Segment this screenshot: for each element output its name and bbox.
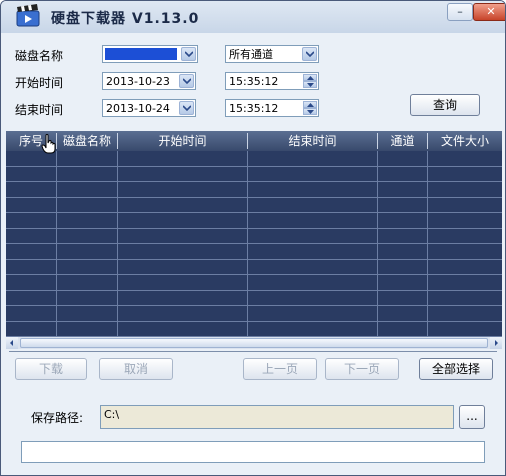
end-date-value: 2013-10-24 <box>106 102 170 115</box>
start-time-input[interactable]: 15:35:12 <box>225 72 319 90</box>
horizontal-scrollbar[interactable] <box>6 337 502 349</box>
chevron-down-icon[interactable] <box>181 47 196 61</box>
column-header-file-size[interactable]: 文件大小 <box>428 131 502 151</box>
scrollbar-thumb[interactable] <box>20 338 488 348</box>
chevron-down-icon[interactable] <box>179 74 194 88</box>
hand-cursor-icon <box>41 134 57 157</box>
disk-name-select[interactable] <box>102 45 198 63</box>
close-button[interactable]: ✕ <box>473 3 505 21</box>
column-gridline <box>117 151 118 337</box>
minimize-button[interactable]: – <box>447 3 473 21</box>
column-gridline <box>56 151 57 337</box>
start-time-label: 开始时间 <box>15 76 64 90</box>
end-time-value: 15:35:12 <box>229 102 279 115</box>
cancel-button[interactable]: 取消 <box>99 358 173 380</box>
download-button[interactable]: 下载 <box>15 358 87 380</box>
spin-up-icon[interactable] <box>303 101 317 108</box>
browse-button[interactable]: ... <box>459 405 485 429</box>
selection-highlight <box>105 48 177 60</box>
column-header-channel[interactable]: 通道 <box>378 131 427 151</box>
chevron-down-icon[interactable] <box>179 101 194 115</box>
file-table[interactable]: 序号 磁盘名称 开始时间 结束时间 通道 文件大小 <box>6 131 502 349</box>
scroll-left-icon[interactable] <box>6 337 18 349</box>
column-header-start-time[interactable]: 开始时间 <box>118 131 247 151</box>
window-title: 硬盘下载器 V1.13.0 <box>51 11 200 27</box>
table-header: 序号 磁盘名称 开始时间 结束时间 通道 文件大小 <box>6 131 502 151</box>
channel-select[interactable]: 所有通道 <box>225 45 319 63</box>
start-date-value: 2013-10-23 <box>106 75 170 88</box>
main-window: 硬盘下载器 V1.13.0 – ✕ 磁盘名称 所有通道 开始时间 2013-10… <box>0 0 506 476</box>
clapperboard-icon <box>15 4 41 28</box>
time-spinner[interactable] <box>303 101 317 115</box>
save-path-input[interactable]: C:\ <box>100 405 454 429</box>
spin-down-icon[interactable] <box>303 108 317 115</box>
scroll-right-icon[interactable] <box>490 337 502 349</box>
column-gridline <box>377 151 378 337</box>
start-time-value: 15:35:12 <box>229 75 279 88</box>
prev-page-button[interactable]: 上一页 <box>243 358 317 380</box>
column-header-disk-name[interactable]: 磁盘名称 <box>57 131 117 151</box>
select-all-button[interactable]: 全部选择 <box>419 358 493 380</box>
end-date-picker[interactable]: 2013-10-24 <box>102 99 196 117</box>
save-path-label: 保存路径: <box>31 411 84 425</box>
column-gridline <box>247 151 248 337</box>
time-spinner[interactable] <box>303 74 317 88</box>
chevron-down-icon[interactable] <box>302 47 317 61</box>
spin-down-icon[interactable] <box>303 81 317 88</box>
status-bar <box>21 441 485 463</box>
channel-value: 所有通道 <box>229 48 273 61</box>
start-date-picker[interactable]: 2013-10-23 <box>102 72 196 90</box>
disk-name-label: 磁盘名称 <box>15 49 64 63</box>
column-gridline <box>427 151 428 337</box>
end-time-label: 结束时间 <box>15 103 64 117</box>
query-button[interactable]: 查询 <box>410 94 480 116</box>
spin-up-icon[interactable] <box>303 74 317 81</box>
column-header-end-time[interactable]: 结束时间 <box>248 131 377 151</box>
title-bar[interactable]: 硬盘下载器 V1.13.0 – ✕ <box>1 1 505 33</box>
end-time-input[interactable]: 15:35:12 <box>225 99 319 117</box>
divider <box>9 351 497 352</box>
next-page-button[interactable]: 下一页 <box>325 358 399 380</box>
